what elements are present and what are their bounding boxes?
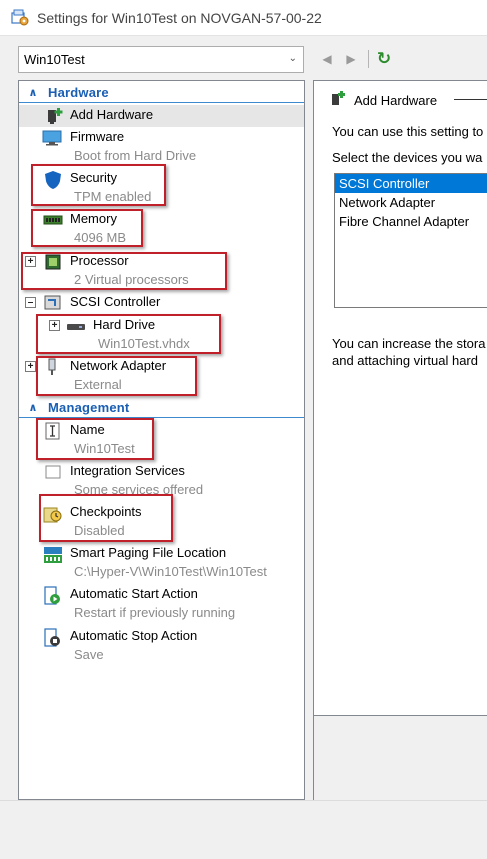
section-label: Hardware xyxy=(48,85,109,100)
item-detail: External xyxy=(74,377,122,392)
checkpoint-clock-icon xyxy=(43,504,63,523)
management-section-header[interactable]: ∧ Management xyxy=(19,398,304,418)
item-detail: 2 Virtual processors xyxy=(74,272,189,287)
add-hardware-icon xyxy=(330,90,346,111)
settings-app-icon xyxy=(11,9,29,27)
item-label: Smart Paging File Location xyxy=(70,545,227,560)
item-detail: 4096 MB xyxy=(74,230,127,245)
group-title: Add Hardware xyxy=(354,93,438,108)
item-detail: C:\Hyper-V\Win10Test\Win10Test xyxy=(74,564,267,579)
item-detail: Boot from Hard Drive xyxy=(74,148,197,163)
automatic-start-icon xyxy=(43,586,63,605)
back-arrow-icon[interactable]: ◀ xyxy=(318,48,336,70)
tree-item-automatic-stop[interactable]: Automatic Stop Action Save xyxy=(19,626,304,667)
item-label: SCSI Controller xyxy=(70,294,161,309)
refresh-icon[interactable]: ↻ xyxy=(375,48,393,70)
item-detail: Win10Test xyxy=(74,441,135,456)
scsi-controller-icon xyxy=(43,294,63,312)
item-detail: Disabled xyxy=(74,523,125,538)
details-panel: Add Hardware You can use this setting to… xyxy=(313,80,487,716)
device-option-scsi-controller[interactable]: SCSI Controller xyxy=(335,174,487,193)
network-adapter-icon xyxy=(43,358,63,376)
hardware-section-header[interactable]: ∧ Hardware xyxy=(19,83,304,103)
expand-plus-icon[interactable]: + xyxy=(49,320,60,331)
storage-text-line1: You can increase the stora xyxy=(332,336,486,351)
dialog-button-bar xyxy=(0,800,487,859)
details-panel-footer xyxy=(313,716,487,800)
item-detail: Some services offered xyxy=(74,482,204,497)
expand-plus-icon[interactable]: + xyxy=(25,256,36,267)
tree-item-processor[interactable]: + Processor 2 Virtual processors xyxy=(19,251,304,292)
title-bar: Settings for Win10Test on NOVGAN-57-00-2… xyxy=(0,0,487,36)
device-option-network-adapter[interactable]: Network Adapter xyxy=(335,193,487,212)
tree-item-network-adapter[interactable]: + Network Adapter External xyxy=(19,356,304,397)
chevron-down-icon: ⌄ xyxy=(288,53,297,64)
item-detail: TPM enabled xyxy=(74,189,152,204)
section-label: Management xyxy=(48,400,130,415)
item-detail: Save xyxy=(74,647,104,662)
tree-item-hard-drive[interactable]: + Hard Drive Win10Test.vhdx xyxy=(19,315,304,356)
storage-text-line2: and attaching virtual hard xyxy=(332,353,478,368)
item-label: Checkpoints xyxy=(70,504,142,519)
select-prompt-text: Select the devices you wa xyxy=(332,150,483,165)
item-label: Network Adapter xyxy=(70,358,167,373)
memory-chip-icon xyxy=(43,211,63,229)
item-detail: Win10Test.vhdx xyxy=(98,336,190,351)
expand-plus-icon[interactable]: + xyxy=(25,361,36,372)
item-label: Processor xyxy=(70,253,129,268)
collapse-chevrons-icon: ∧ xyxy=(28,402,38,414)
item-detail: Restart if previously running xyxy=(74,605,236,620)
smart-paging-icon xyxy=(43,545,63,563)
name-text-icon xyxy=(43,422,63,440)
item-label: Add Hardware xyxy=(70,107,154,122)
add-hardware-group-header: Add Hardware xyxy=(330,90,437,111)
tree-item-add-hardware[interactable]: Add Hardware xyxy=(19,105,304,127)
item-label: Firmware xyxy=(70,129,125,144)
monitor-icon xyxy=(42,129,62,147)
item-label: Hard Drive xyxy=(93,317,156,332)
automatic-stop-icon xyxy=(43,628,63,647)
device-option-fibre-channel-adapter[interactable]: Fibre Channel Adapter xyxy=(335,212,487,231)
group-divider xyxy=(454,99,487,100)
toolbar-divider xyxy=(368,50,369,68)
item-label: Security xyxy=(70,170,117,185)
tree-item-scsi-controller[interactable]: – SCSI Controller xyxy=(19,292,304,314)
tree-item-security[interactable]: Security TPM enabled xyxy=(19,168,304,209)
tree-item-smart-paging[interactable]: Smart Paging File Location C:\Hyper-V\Wi… xyxy=(19,543,304,584)
integration-services-icon xyxy=(43,463,63,481)
item-label: Automatic Start Action xyxy=(70,586,198,601)
tree-item-name[interactable]: Name Win10Test xyxy=(19,420,304,461)
tree-item-integration-services[interactable]: Integration Services Some services offer… xyxy=(19,461,304,502)
vm-selector-value: Win10Test xyxy=(24,52,85,67)
collapse-minus-icon[interactable]: – xyxy=(25,297,36,308)
add-hardware-icon xyxy=(44,107,64,125)
window-title: Settings for Win10Test on NOVGAN-57-00-2… xyxy=(37,9,322,26)
item-label: Name xyxy=(70,422,105,437)
hard-drive-icon xyxy=(66,317,86,335)
item-label: Integration Services xyxy=(70,463,185,478)
collapse-chevrons-icon: ∧ xyxy=(28,87,38,99)
forward-arrow-icon[interactable]: ▶ xyxy=(342,48,360,70)
tree-item-automatic-start[interactable]: Automatic Start Action Restart if previo… xyxy=(19,584,304,625)
settings-tree: ∧ Hardware Add Hardware Firmware Boot fr… xyxy=(18,80,305,800)
tree-item-memory[interactable]: Memory 4096 MB xyxy=(19,209,304,250)
navigation-toolbar: ◀ ▶ ↻ xyxy=(318,47,399,71)
tree-item-checkpoints[interactable]: Checkpoints Disabled xyxy=(19,502,304,543)
item-label: Automatic Stop Action xyxy=(70,628,198,643)
vm-selector-dropdown[interactable]: Win10Test ⌄ xyxy=(18,46,304,73)
item-label: Memory xyxy=(70,211,117,226)
shield-icon xyxy=(43,170,63,189)
tree-item-firmware[interactable]: Firmware Boot from Hard Drive xyxy=(19,127,304,168)
processor-icon xyxy=(43,253,63,271)
device-listbox[interactable]: SCSI Controller Network Adapter Fibre Ch… xyxy=(334,173,487,308)
intro-text: You can use this setting to xyxy=(332,124,484,139)
